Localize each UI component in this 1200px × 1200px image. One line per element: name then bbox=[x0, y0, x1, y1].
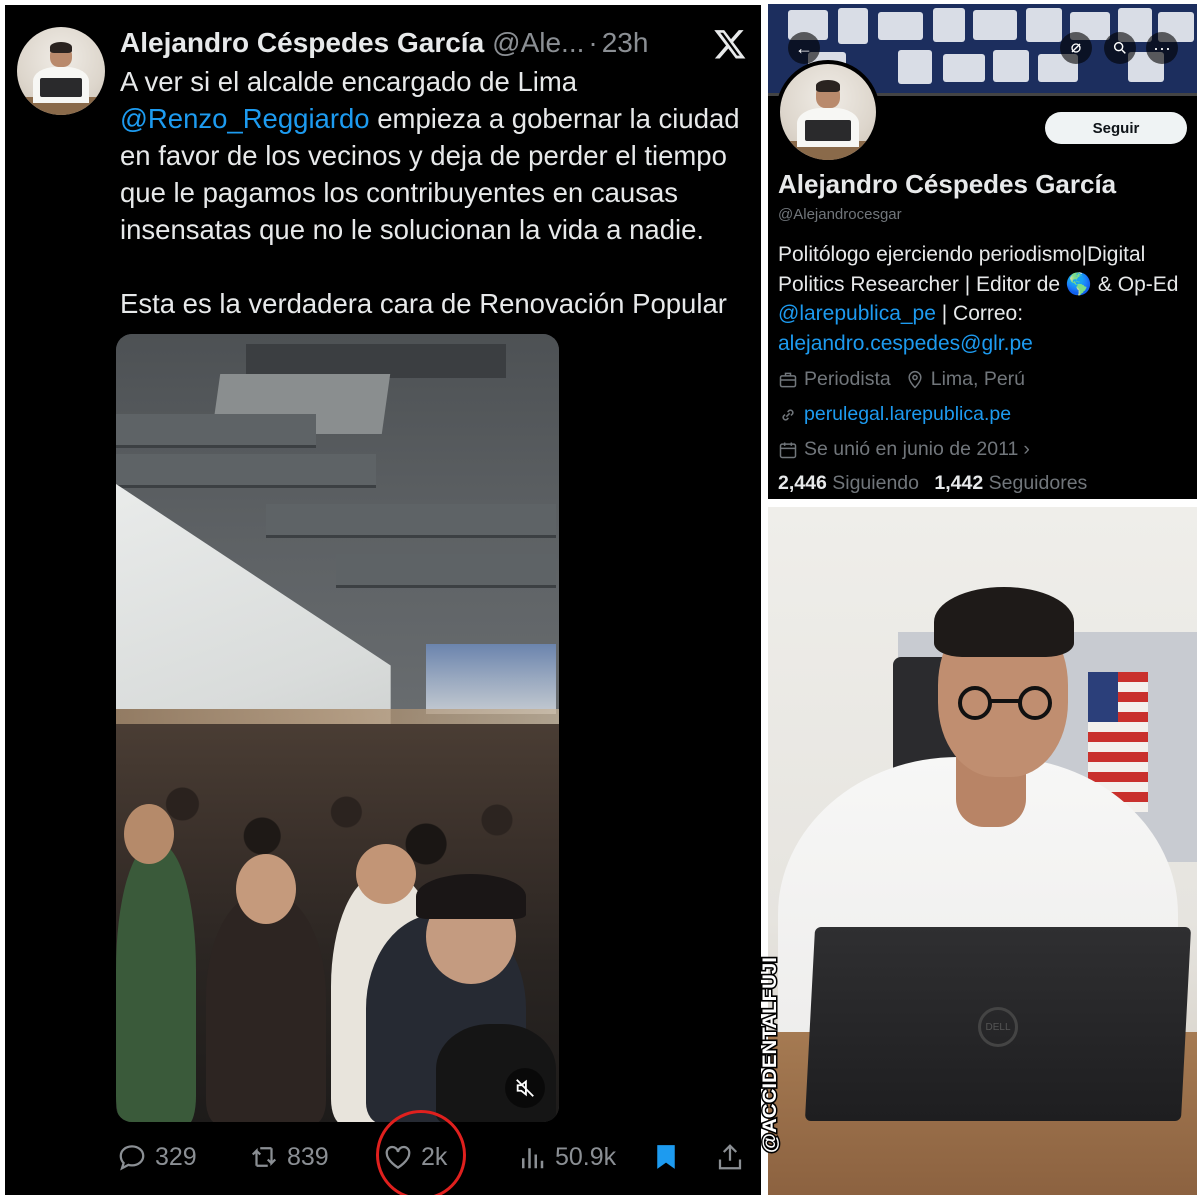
chevron-right-icon[interactable]: › bbox=[1023, 438, 1030, 461]
views-button[interactable]: 50.9k bbox=[517, 1135, 616, 1179]
watermark: @ACCIDENTALFUJI bbox=[759, 956, 783, 1155]
tweet-video[interactable] bbox=[116, 334, 559, 1122]
profile-handle: @Alejandrocesgar bbox=[778, 206, 902, 223]
bio-text: | Correo: bbox=[935, 302, 1024, 325]
author-name[interactable]: Alejandro Céspedes García bbox=[120, 27, 484, 59]
video-person bbox=[236, 854, 296, 924]
video-person bbox=[416, 874, 526, 919]
banner-art bbox=[878, 12, 923, 40]
bio-email-link[interactable]: alejandro.cespedes@glr.pe bbox=[778, 332, 1033, 355]
more-icon: ··· bbox=[1153, 37, 1171, 58]
share-icon bbox=[718, 1144, 742, 1170]
calendar-icon bbox=[779, 442, 797, 458]
reply-button[interactable]: 329 bbox=[117, 1135, 197, 1179]
banner-art bbox=[838, 8, 868, 44]
video-duct bbox=[116, 454, 376, 488]
followers-label: Seguidores bbox=[988, 472, 1088, 494]
photo-flag-canton bbox=[1088, 672, 1118, 722]
views-count: 50.9k bbox=[555, 1142, 617, 1171]
banner-art bbox=[993, 50, 1029, 82]
feed-icon bbox=[1071, 43, 1081, 53]
like-highlight-circle bbox=[376, 1110, 466, 1195]
repost-count: 839 bbox=[287, 1142, 329, 1171]
following-stat[interactable]: 2,446 Siguiendo bbox=[778, 472, 919, 494]
profile-location: Lima, Perú bbox=[930, 368, 1026, 390]
profile-avatar[interactable] bbox=[776, 60, 880, 164]
glasses-icon bbox=[958, 686, 1052, 720]
video-lights bbox=[426, 644, 556, 714]
tweet-time[interactable]: 23h bbox=[602, 27, 649, 59]
globe-icon: 🌎 bbox=[1065, 272, 1093, 296]
tweet-text-part: A ver si el alcalde encargado de Lima bbox=[120, 66, 578, 97]
profile-panel: ← ··· Seguir Alejandro Céspedes García @… bbox=[768, 4, 1197, 499]
mute-button[interactable] bbox=[505, 1068, 545, 1108]
video-duct bbox=[246, 344, 506, 378]
banner-art bbox=[933, 8, 965, 42]
banner-art bbox=[973, 10, 1017, 40]
profile-joined-row: Se unió en junio de 2011 › bbox=[778, 438, 1030, 461]
following-count: 2,446 bbox=[778, 472, 827, 494]
views-icon bbox=[522, 1148, 544, 1169]
watermark-text: @ACCIDENTALFUJI bbox=[760, 957, 781, 1153]
share-button[interactable] bbox=[715, 1135, 745, 1179]
video-person bbox=[356, 844, 416, 904]
followers-count: 1,442 bbox=[934, 472, 984, 494]
profile-stats: 2,446 Siguiendo 1,442 Seguidores bbox=[778, 472, 1087, 495]
photo-hair bbox=[934, 587, 1074, 657]
bookmark-icon bbox=[657, 1145, 675, 1169]
author-avatar[interactable] bbox=[17, 27, 105, 115]
video-duct bbox=[336, 554, 556, 588]
video-duct bbox=[116, 414, 316, 448]
link-icon bbox=[782, 408, 794, 421]
tweet-paragraph-2: Esta es la verdadera cara de Renovación … bbox=[120, 288, 727, 319]
follow-button[interactable]: Seguir bbox=[1045, 112, 1187, 144]
reply-count: 329 bbox=[155, 1142, 197, 1171]
search-icon bbox=[1113, 41, 1126, 54]
briefcase-icon bbox=[779, 372, 797, 387]
x-logo-icon[interactable] bbox=[713, 27, 747, 61]
profile-website-link[interactable]: perulegal.larepublica.pe bbox=[804, 403, 1011, 426]
repost-button[interactable]: 839 bbox=[249, 1135, 329, 1179]
profile-website-row: perulegal.larepublica.pe bbox=[778, 403, 1011, 426]
location-pin-icon bbox=[908, 370, 922, 389]
rss-button[interactable] bbox=[1060, 32, 1092, 64]
reply-icon bbox=[119, 1145, 145, 1171]
profile-name: Alejandro Céspedes García bbox=[778, 169, 1117, 199]
followers-stat[interactable]: 1,442 Seguidores bbox=[934, 472, 1087, 494]
more-button[interactable]: ··· bbox=[1146, 32, 1178, 64]
back-arrow-icon: ← bbox=[795, 37, 813, 58]
person-photo: DELL bbox=[768, 507, 1197, 1195]
video-duct bbox=[266, 504, 556, 538]
video-person bbox=[116, 844, 196, 1122]
tweet-text: A ver si el alcalde encargado de Lima @R… bbox=[120, 63, 760, 322]
banner-art bbox=[1026, 8, 1062, 42]
search-button[interactable] bbox=[1104, 32, 1136, 64]
bio-text: & Op-Ed bbox=[1092, 272, 1179, 296]
mute-icon bbox=[516, 1079, 534, 1097]
repost-icon bbox=[251, 1147, 277, 1167]
profile-joined-date: Se unió en junio de 2011 bbox=[804, 438, 1019, 460]
bio-mention-link[interactable]: @larepublica_pe bbox=[778, 302, 936, 325]
author-handle[interactable]: @Ale... bbox=[492, 27, 584, 59]
banner-art bbox=[943, 54, 985, 82]
profile-meta-row: Periodista Lima, Perú bbox=[778, 368, 1025, 391]
tweet-paragraph-1: A ver si el alcalde encargado de Lima @R… bbox=[120, 63, 760, 248]
mention-link[interactable]: @Renzo_Reggiardo bbox=[120, 103, 370, 134]
profile-occupation: Periodista bbox=[804, 368, 891, 390]
bookmark-button[interactable] bbox=[651, 1135, 681, 1179]
video-person bbox=[124, 804, 174, 864]
separator-dot: · bbox=[588, 27, 598, 58]
laptop-brand-logo: DELL bbox=[978, 1007, 1018, 1047]
back-button[interactable]: ← bbox=[788, 32, 820, 64]
tweet-header: Alejandro Céspedes García @Ale... · 23h bbox=[120, 27, 648, 63]
video-person bbox=[206, 894, 326, 1122]
following-label: Siguiendo bbox=[832, 472, 919, 494]
tweet-panel: Alejandro Céspedes García @Ale... · 23h … bbox=[5, 5, 761, 1195]
banner-art bbox=[898, 50, 932, 84]
profile-bio: Politólogo ejerciendo periodismo|Digital… bbox=[778, 240, 1188, 358]
